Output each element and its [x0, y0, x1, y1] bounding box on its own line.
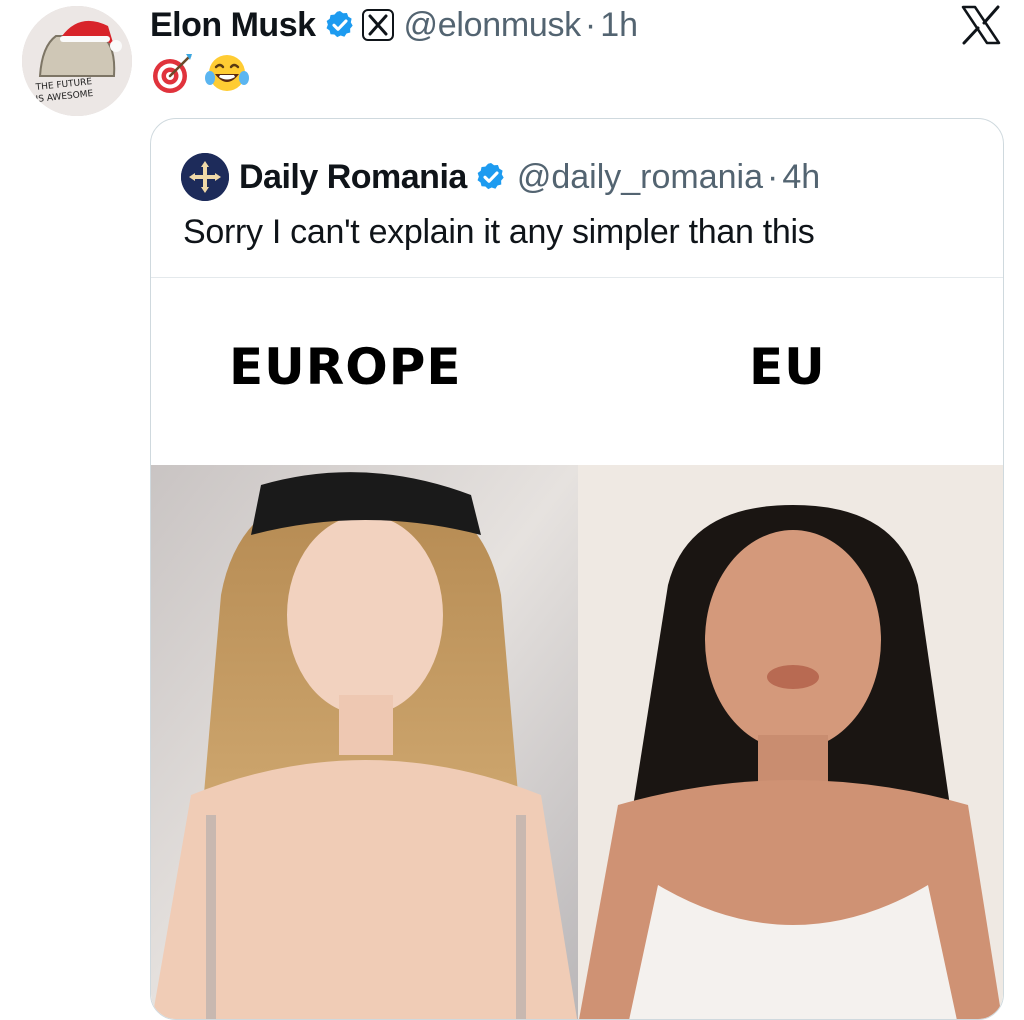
quoted-author-name[interactable]: Daily Romania — [239, 158, 467, 197]
meme-label-right: EU — [749, 338, 826, 396]
quoted-avatar-logo-icon — [181, 153, 229, 201]
meme-photo-left — [151, 465, 578, 1019]
quoted-separator-dot: · — [767, 157, 779, 196]
avatar-image: THE FUTURE IS AWESOME — [22, 6, 132, 116]
meme-image[interactable]: EUROPE EU — [151, 278, 1003, 1019]
blonde-woman-photo-image — [151, 465, 578, 1019]
post-emoji-text — [150, 50, 250, 96]
quoted-post[interactable]: Daily Romania @daily_romania · 4h Sorry … — [150, 118, 1004, 1020]
dark-haired-person-photo-image — [578, 465, 1003, 1019]
tears-of-joy-emoji-icon — [205, 55, 249, 91]
quoted-author-avatar[interactable] — [181, 153, 229, 201]
direct-hit-emoji-icon — [153, 54, 192, 93]
quoted-post-time[interactable]: 4h — [782, 158, 820, 197]
meme-label-left: EUROPE — [229, 338, 462, 396]
x-affiliate-badge-icon[interactable] — [361, 9, 394, 41]
meme-photo-right — [578, 465, 1003, 1019]
x-logo-icon[interactable] — [960, 4, 1002, 46]
quoted-verified-badge-icon — [477, 163, 504, 190]
verified-badge-icon — [326, 11, 353, 38]
quoted-author-handle[interactable]: @daily_romania — [517, 158, 763, 197]
quoted-post-header: Daily Romania @daily_romania · 4h — [181, 153, 820, 201]
separator-dot: · — [584, 5, 597, 44]
author-avatar[interactable]: THE FUTURE IS AWESOME — [22, 6, 132, 116]
author-handle[interactable]: @elonmusk — [404, 6, 582, 45]
post-header: Elon Musk @elonmusk · 1h — [150, 4, 638, 46]
post-time[interactable]: 1h — [600, 6, 638, 45]
author-name[interactable]: Elon Musk — [150, 6, 316, 45]
quoted-post-text: Sorry I can't explain it any simpler tha… — [183, 213, 815, 251]
